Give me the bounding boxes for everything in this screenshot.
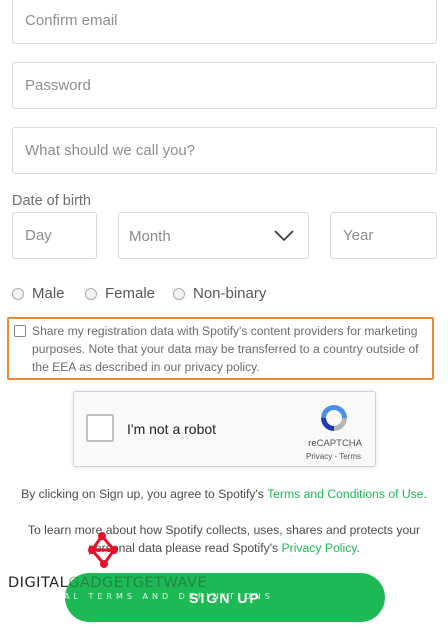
- gender-option-male[interactable]: Male: [12, 285, 65, 302]
- birth-day-input[interactable]: [12, 212, 97, 259]
- recaptcha-privacy-link[interactable]: Privacy: [306, 452, 332, 461]
- recaptcha-checkbox[interactable]: [86, 414, 114, 442]
- birth-year-input[interactable]: [330, 212, 437, 259]
- share-data-text: Share my registration data with Spotify'…: [32, 324, 419, 374]
- gender-option-label: Non-binary: [193, 285, 267, 302]
- terms-suffix: .: [423, 487, 427, 501]
- network-logo-icon: [88, 532, 118, 568]
- radio-button[interactable]: [85, 287, 97, 300]
- watermark-title-dark: DIGITAL: [8, 575, 69, 591]
- recaptcha-widget: I'm not a robot reCAPTCHA Privacy - Term…: [73, 391, 376, 467]
- terms-notice: By clicking on Sign up, you agree to Spo…: [0, 485, 448, 503]
- privacy-suffix: .: [356, 541, 360, 555]
- terms-prefix: By clicking on Sign up, you agree to Spo…: [21, 487, 264, 501]
- recaptcha-links: Privacy - Terms: [306, 452, 361, 461]
- watermark-title: DIGITALGADGETGETWAVE: [8, 575, 207, 591]
- recaptcha-brand: reCAPTCHA: [308, 438, 362, 449]
- radio-button[interactable]: [12, 287, 24, 300]
- recaptcha-logo-icon: [321, 405, 347, 431]
- password-input[interactable]: [12, 62, 437, 109]
- gender-option-label: Female: [105, 285, 156, 302]
- gender-option-female[interactable]: Female: [85, 285, 155, 302]
- recaptcha-terms-link[interactable]: Terms: [339, 452, 361, 461]
- watermark-title-light: GADGETGETWAVE: [68, 575, 208, 591]
- display-name-input[interactable]: [12, 127, 437, 174]
- chevron-down-icon: [274, 230, 294, 242]
- date-of-birth-label: Date of birth: [12, 193, 91, 209]
- birth-month-select[interactable]: Month: [118, 212, 309, 259]
- share-data-consent: Share my registration data with Spotify'…: [7, 317, 434, 380]
- privacy-policy-link[interactable]: Privacy Policy: [282, 541, 357, 555]
- privacy-notice: To learn more about how Spotify collects…: [0, 521, 448, 557]
- recaptcha-label: I'm not a robot: [127, 421, 217, 437]
- share-data-checkbox[interactable]: [14, 325, 26, 337]
- gender-option-nonbinary[interactable]: Non-binary: [173, 285, 266, 302]
- confirm-email-input[interactable]: [12, 0, 437, 44]
- terms-link[interactable]: Terms and Conditions of Use: [267, 487, 423, 501]
- gender-option-label: Male: [32, 285, 65, 302]
- watermark-subtitle: AL TERMS AND DEFINITIONS: [64, 592, 274, 601]
- month-select-value: Month: [129, 228, 171, 245]
- radio-button[interactable]: [173, 287, 185, 300]
